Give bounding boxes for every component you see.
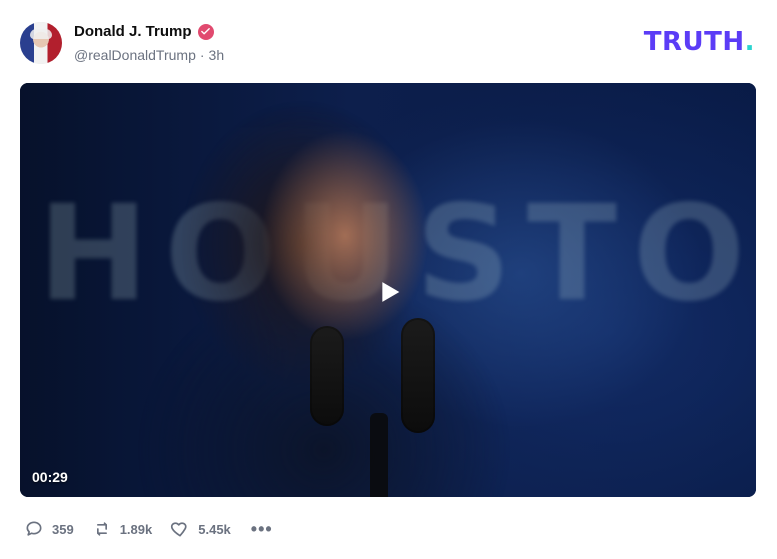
video-duration: 00:29: [32, 469, 68, 485]
reply-button[interactable]: 359: [24, 519, 74, 539]
avatar[interactable]: [20, 22, 62, 64]
like-count: 5.45k: [198, 521, 231, 537]
microphone-stand: [370, 413, 388, 497]
more-icon: •••: [250, 518, 273, 539]
truth-logo-dot: .: [744, 27, 755, 57]
post-header: Donald J. Trump @realDonaldTrump · 3h TRUT…: [20, 20, 757, 66]
author-display-name[interactable]: Donald J. Trump: [74, 23, 192, 40]
retruth-button[interactable]: 1.89k: [92, 519, 153, 539]
post-time[interactable]: 3h: [209, 47, 225, 63]
avatar-hair: [30, 29, 52, 39]
microphone: [310, 326, 344, 426]
author-handle[interactable]: @realDonaldTrump: [74, 47, 196, 63]
reply-icon: [26, 521, 42, 536]
reply-count: 359: [52, 521, 74, 537]
play-button[interactable]: [365, 269, 411, 315]
play-icon: [382, 282, 400, 302]
speaker-silhouette: [114, 97, 534, 497]
verified-badge-icon: [197, 23, 214, 40]
retruth-count: 1.89k: [119, 521, 153, 537]
meta-separator: ·: [199, 47, 205, 63]
post-actions: 359 1.89k 5.45k •••: [24, 514, 275, 544]
author-meta: @realDonaldTrump · 3h: [74, 47, 224, 63]
truth-logo[interactable]: TRUTH.: [644, 27, 755, 57]
more-options-button[interactable]: •••: [249, 519, 275, 540]
microphone: [401, 318, 435, 433]
heart-icon: [171, 522, 187, 537]
author-row: Donald J. Trump: [74, 23, 214, 40]
retruth-icon: [96, 522, 107, 536]
like-button[interactable]: 5.45k: [170, 519, 231, 539]
truth-logo-text: TRUTH: [643, 27, 745, 57]
video-player[interactable]: HOUSTON 00:29: [20, 83, 756, 497]
